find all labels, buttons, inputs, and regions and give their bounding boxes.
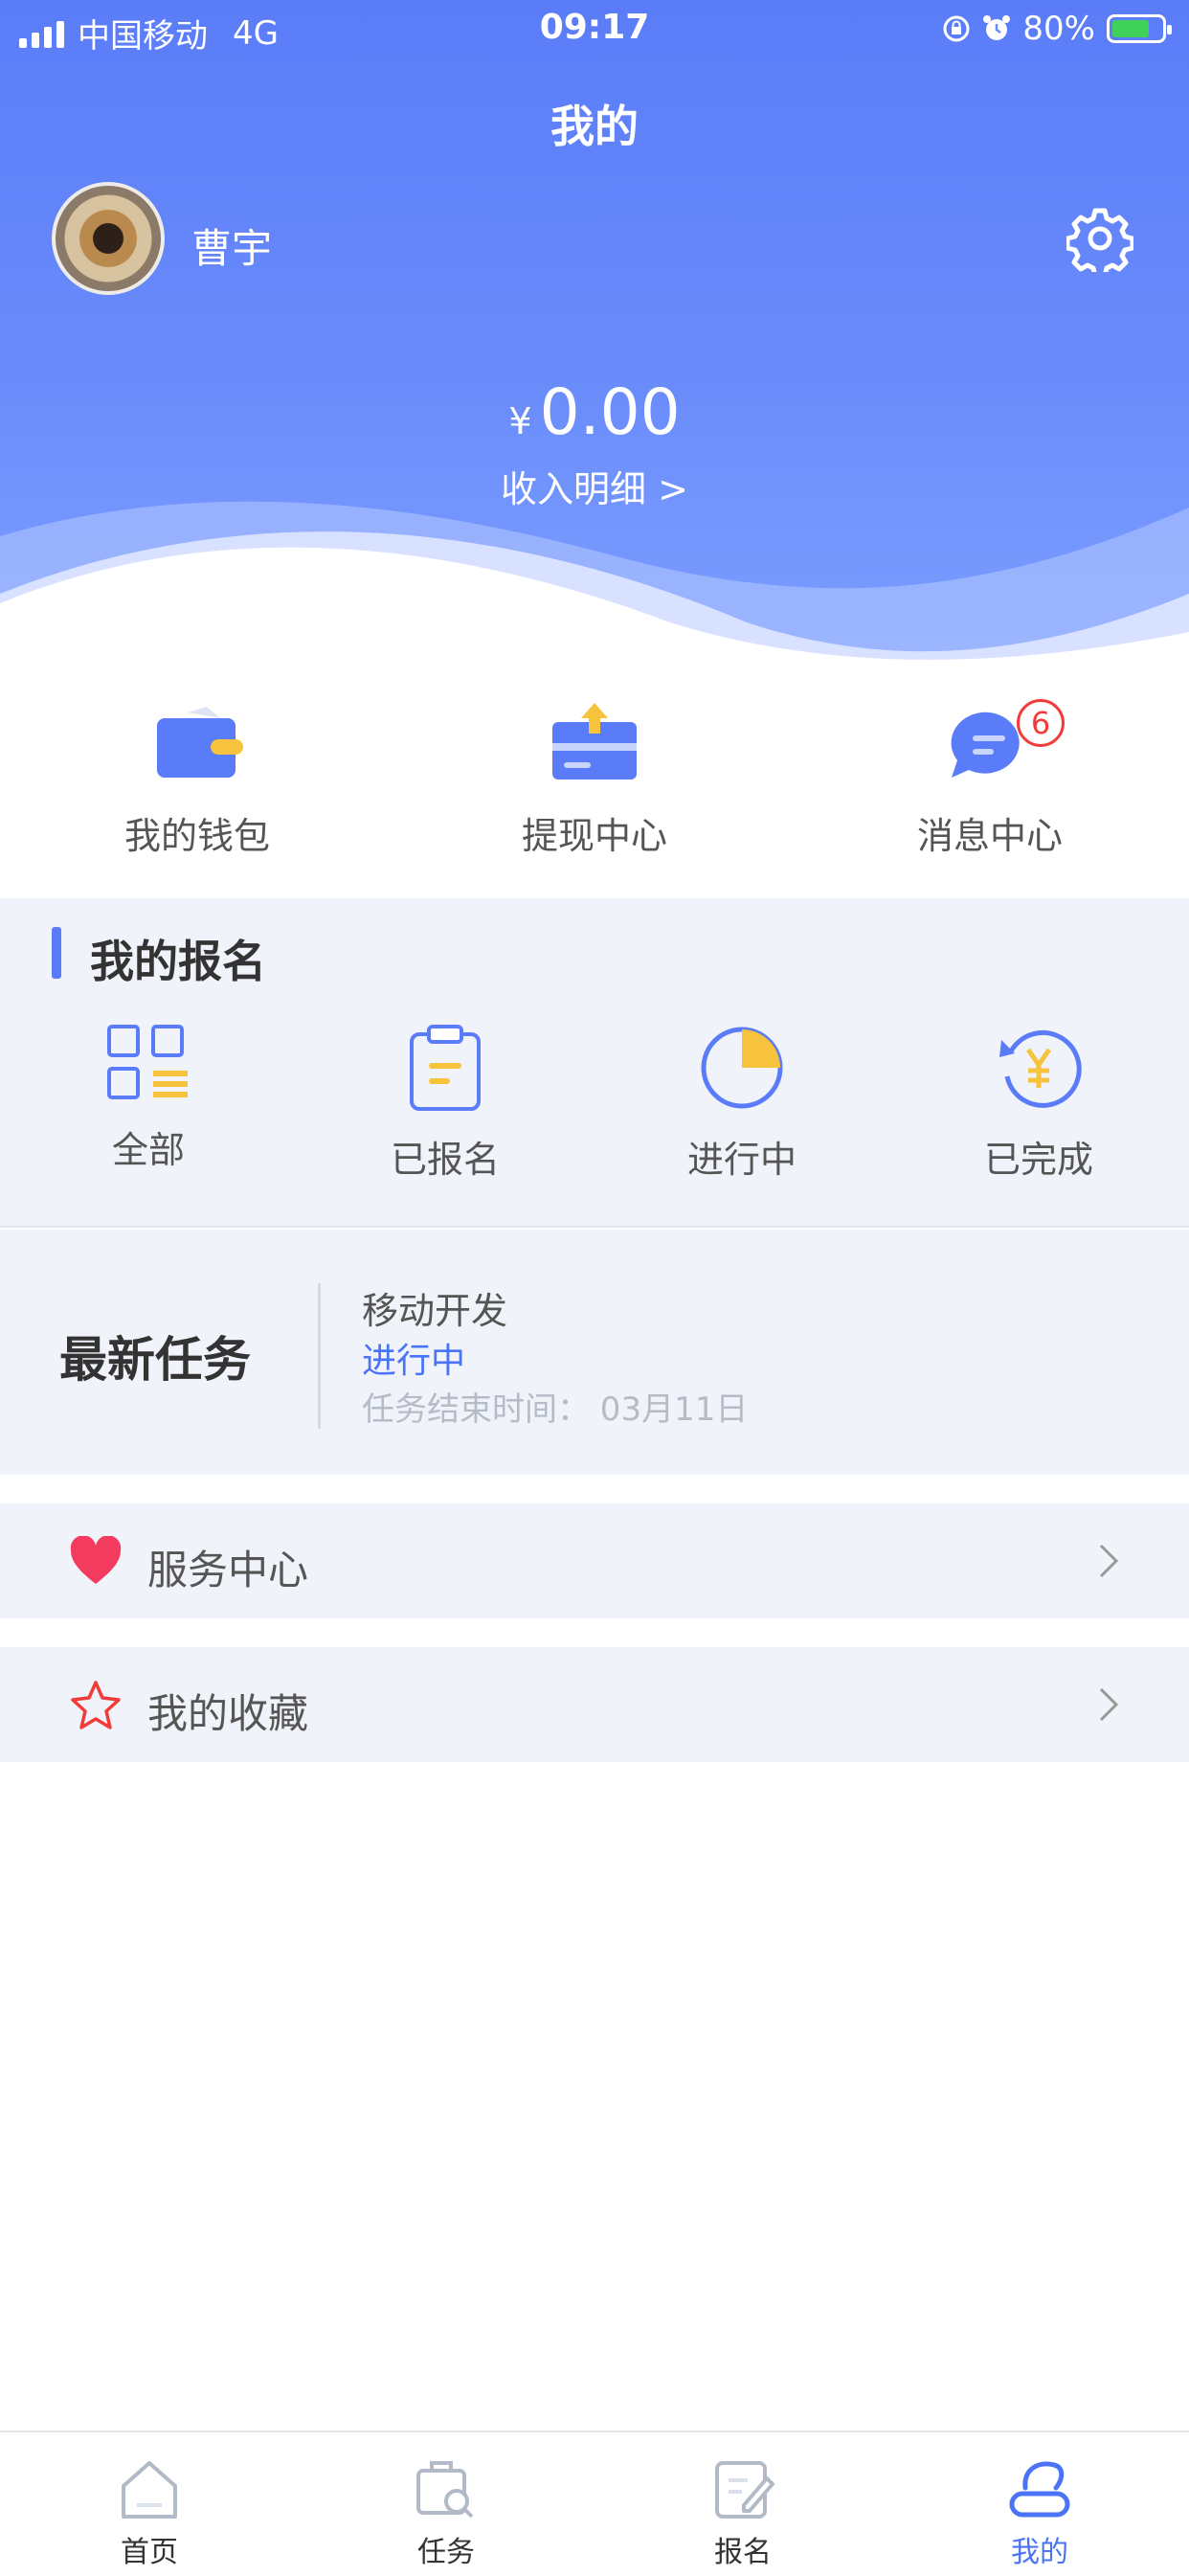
latest-task-title: 最新任务: [59, 1332, 251, 1388]
heart-icon: [70, 1536, 122, 1584]
tab-tasks-label: 任务: [417, 2536, 475, 2569]
message-label: 消息中心: [916, 815, 1063, 857]
completed-label: 已完成: [983, 1139, 1093, 1181]
service-center-item[interactable]: 服务中心: [0, 1503, 1189, 1618]
user-icon: [1009, 2461, 1070, 2518]
registration-signed-up-button[interactable]: 已报名: [325, 1023, 565, 1183]
in-progress-label: 进行中: [686, 1139, 796, 1181]
username[interactable]: 曹宇: [191, 216, 272, 275]
tab-registration[interactable]: 报名: [647, 2432, 839, 2570]
battery-percent: 80%: [1022, 10, 1095, 48]
withdraw-icon: [552, 703, 637, 780]
section-accent-bar: [52, 927, 61, 979]
favorites-label: 我的收藏: [147, 1690, 309, 1737]
tab-registration-label: 报名: [714, 2536, 772, 2569]
tab-home[interactable]: 首页: [54, 2432, 245, 2570]
all-label: 全部: [111, 1129, 185, 1171]
star-icon: [71, 1681, 121, 1729]
wallet-button[interactable]: 我的钱包: [54, 689, 341, 859]
currency-symbol: ¥: [508, 400, 532, 442]
quick-actions: 我的钱包 提现中心 6 消息中心: [0, 689, 1189, 898]
divider: [318, 1283, 321, 1429]
avatar[interactable]: [52, 182, 165, 295]
page-title: 我的: [550, 101, 639, 152]
balance-amount: ¥0.00: [0, 375, 1189, 449]
wallet-label: 我的钱包: [123, 815, 270, 857]
profile-header: 中国移动 4G 09:17 80% 我的 曹宇 ¥0.00 收入明细 >: [0, 0, 1189, 689]
message-center-button[interactable]: 6 消息中心: [846, 689, 1133, 859]
chevron-right-icon: [1099, 1544, 1119, 1578]
withdraw-button[interactable]: 提现中心: [451, 689, 738, 859]
tab-home-label: 首页: [121, 2536, 178, 2569]
registration-in-progress-button[interactable]: 进行中: [622, 1023, 862, 1183]
chevron-right-icon: [1099, 1687, 1119, 1722]
latest-task-card[interactable]: 最新任务 移动开发 进行中 任务结束时间： 03月11日: [0, 1230, 1189, 1475]
service-center-label: 服务中心: [147, 1547, 309, 1593]
income-detail-link[interactable]: 收入明细 >: [0, 460, 1189, 512]
gear-icon[interactable]: [1066, 205, 1133, 272]
tab-tasks[interactable]: 任务: [350, 2432, 542, 2570]
tab-mine[interactable]: 我的: [944, 2432, 1135, 2570]
section-title: 我的报名: [90, 936, 266, 987]
balance-value: 0.00: [539, 375, 681, 449]
signed-up-label: 已报名: [390, 1139, 500, 1181]
clipboard-icon: [410, 1025, 481, 1111]
registration-completed-button[interactable]: 已完成: [919, 1023, 1158, 1183]
task-name: 移动开发: [362, 1290, 508, 1332]
tab-mine-label: 我的: [1011, 2536, 1068, 2569]
my-registration-section: 我的报名 全部 已报名 进行中 已完成: [0, 898, 1189, 1228]
grid-list-icon: [107, 1025, 188, 1099]
rotation-lock-icon: [943, 15, 970, 42]
task-end-time: 任务结束时间： 03月11日: [362, 1390, 749, 1429]
message-badge: 6: [1017, 699, 1065, 747]
battery-icon: [1107, 14, 1172, 43]
yen-refresh-icon: [999, 1029, 1082, 1108]
bottom-tab-bar: 首页 任务 报名 我的: [0, 2430, 1189, 2576]
task-status: 进行中: [362, 1342, 466, 1381]
favorites-item[interactable]: 我的收藏: [0, 1647, 1189, 1762]
home-icon: [122, 2461, 177, 2519]
registration-all-button[interactable]: 全部: [29, 1023, 268, 1173]
alarm-icon: [983, 15, 1011, 40]
status-bar: 中国移动 4G 09:17 80%: [0, 0, 1189, 59]
wallet-icon: [157, 707, 243, 778]
pie-progress-icon: [701, 1027, 783, 1109]
task-search-icon: [416, 2461, 474, 2519]
withdraw-label: 提现中心: [521, 815, 667, 857]
edit-doc-icon: [715, 2461, 774, 2519]
